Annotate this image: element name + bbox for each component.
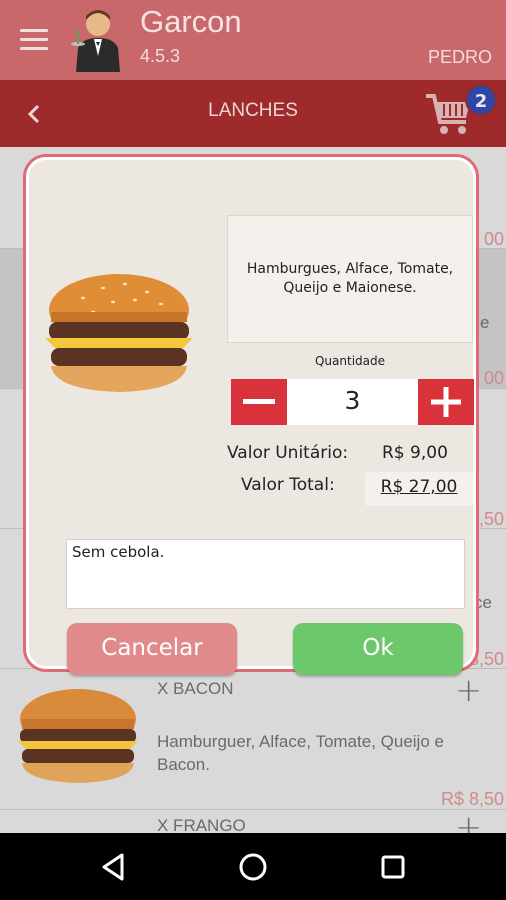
add-item-dialog: Hamburgues, Alface, Tomate, Queijo e Mai… — [26, 157, 476, 675]
waiter-avatar — [71, 10, 120, 72]
item-name: X FRANGO — [157, 816, 246, 833]
triangle-back-icon[interactable] — [98, 851, 130, 883]
quantity-label: Quantidade — [314, 354, 386, 368]
app-version: 4.5.3 — [140, 46, 181, 66]
burger-image — [45, 274, 193, 392]
quantity-input[interactable]: 3 — [287, 379, 418, 425]
increase-quantity-button[interactable] — [418, 379, 474, 425]
system-nav-bar — [0, 833, 506, 900]
unit-price-value: R$ 9,00 — [382, 443, 448, 463]
plus-icon — [431, 387, 461, 417]
item-description: e — [480, 313, 490, 332]
cart-count-badge: 2 — [465, 84, 497, 116]
minus-icon — [243, 399, 275, 404]
circle-home-icon[interactable] — [237, 851, 269, 883]
total-price-label: Valor Total: — [241, 475, 335, 495]
item-name: X BACON — [157, 679, 234, 698]
user-name: PEDRO — [427, 47, 492, 67]
item-price: R$ 8,50 — [440, 789, 504, 809]
list-item[interactable]: X FRANGO + — [0, 808, 506, 833]
burger-image — [18, 689, 138, 783]
item-description: Hamburguer, Alface, Tomate, Queijo e Bac… — [157, 732, 444, 774]
hamburger-menu-icon[interactable] — [20, 29, 48, 51]
total-price-value: R$ 27,00 — [365, 472, 473, 506]
app-bar: Garcon 4.5.3 PEDRO — [0, 0, 506, 80]
dialog-body: Hamburgues, Alface, Tomate, Queijo e Mai… — [39, 186, 474, 675]
decrease-quantity-button[interactable] — [231, 379, 287, 425]
product-description: Hamburgues, Alface, Tomate, Queijo e Mai… — [227, 215, 473, 343]
ok-button[interactable]: Ok — [293, 623, 463, 675]
cancel-button[interactable]: Cancelar — [67, 623, 237, 675]
square-recents-icon[interactable] — [377, 851, 409, 883]
plus-icon[interactable]: + — [455, 808, 482, 833]
plus-icon[interactable]: + — [455, 671, 482, 709]
app-title: Garcon — [140, 4, 242, 39]
unit-price-label: Valor Unitário: — [227, 443, 349, 463]
item-description: ce — [474, 593, 492, 612]
list-item[interactable]: X BACON + Hamburguer, Alface, Tomate, Qu… — [0, 669, 506, 810]
observation-field[interactable]: Sem cebola. — [66, 539, 465, 609]
